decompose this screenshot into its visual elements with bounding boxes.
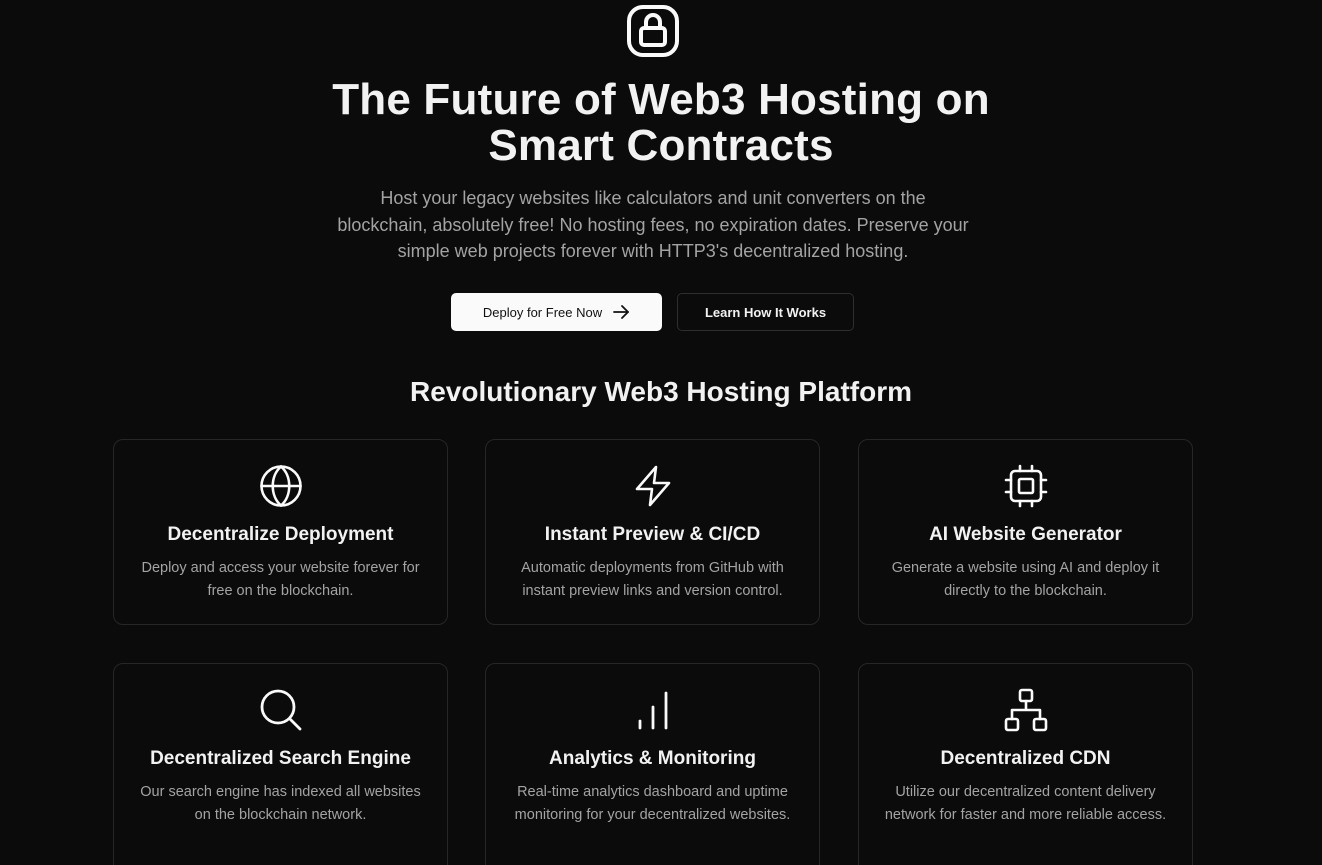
feature-card-instant-preview: Instant Preview & CI/CD Automatic deploy… [485, 439, 820, 625]
lock-icon [626, 4, 680, 58]
feature-card-analytics-monitoring: Analytics & Monitoring Real-time analyti… [485, 663, 820, 865]
arrow-right-icon [613, 305, 630, 319]
feature-description: Our search engine has indexed all websit… [140, 784, 421, 823]
learn-how-it-works-button[interactable]: Learn How It Works [677, 293, 854, 331]
learn-button-label: Learn How It Works [704, 304, 827, 320]
cpu-chip-icon [1004, 464, 1048, 508]
network-icon [1004, 688, 1048, 732]
feature-card-decentralized-search-engine: Decentralized Search Engine Our search e… [113, 663, 448, 865]
features-section-title: Revolutionary Web3 Hosting Platform [410, 376, 912, 407]
feature-card-decentralized-cdn: Decentralized CDN Utilize our decentrali… [858, 663, 1193, 865]
feature-description: Generate a website using AI and deploy i… [891, 560, 1160, 599]
feature-title: Decentralize Deployment [167, 524, 394, 545]
feature-title: Analytics & Monitoring [549, 748, 756, 769]
bar-chart-icon [631, 688, 675, 732]
feature-title: Instant Preview & CI/CD [544, 524, 761, 545]
feature-title: Decentralized Search Engine [150, 748, 411, 769]
feature-description: Automatic deployments from GitHub with i… [521, 560, 784, 599]
feature-title: AI Website Generator [929, 524, 1122, 545]
lightning-icon [631, 464, 675, 508]
globe-icon [259, 464, 303, 508]
feature-card-decentralize-deployment: Decentralize Deployment Deploy and acces… [113, 439, 448, 625]
hero-title-line-1: The Future of Web3 Hosting on [332, 75, 990, 124]
feature-description: Real-time analytics dashboard and uptime… [514, 784, 791, 823]
feature-description: Deploy and access your website forever f… [141, 560, 420, 599]
hero-title: The Future of Web3 Hosting on Smart Cont… [0, 77, 1322, 169]
feature-card-ai-website-generator: AI Website Generator Generate a website … [858, 439, 1193, 625]
hero-title-line-2: Smart Contracts [488, 121, 834, 170]
feature-title: Decentralized CDN [940, 748, 1111, 769]
search-icon [259, 688, 303, 732]
deploy-button-label: Deploy for Free Now [482, 304, 603, 320]
landing-page: The Future of Web3 Hosting on Smart Cont… [0, 0, 1322, 865]
hero-subtitle: Host your legacy websites like calculato… [337, 188, 969, 261]
deploy-for-free-button[interactable]: Deploy for Free Now [451, 293, 662, 331]
feature-description: Utilize our decentralized content delive… [884, 784, 1167, 823]
